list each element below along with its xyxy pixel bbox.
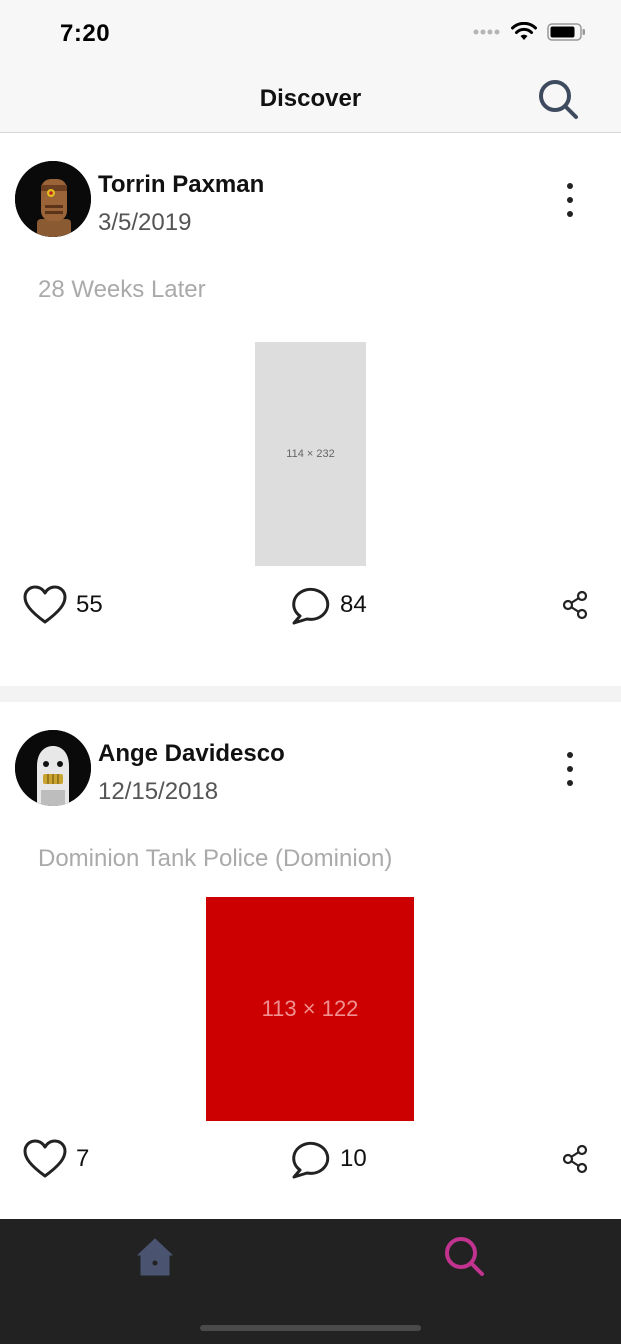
search-icon	[539, 80, 578, 119]
like-count: 7	[76, 1145, 90, 1172]
more-dot	[567, 197, 573, 203]
post-title: 28 Weeks Later	[38, 276, 206, 303]
more-dot	[567, 183, 573, 189]
tab-search[interactable]	[435, 1227, 495, 1287]
like-button[interactable]: 7	[22, 1139, 89, 1179]
cellular-signal-icon	[473, 29, 500, 35]
more-dot	[567, 766, 573, 772]
robot-avatar-icon	[15, 161, 91, 237]
comment-count: 10	[340, 1145, 367, 1172]
avatar[interactable]	[15, 730, 91, 806]
more-options-button[interactable]	[555, 752, 585, 786]
avatar[interactable]	[15, 161, 91, 237]
search-icon	[445, 1237, 484, 1276]
status-bar: 7:20	[0, 0, 621, 66]
home-icon	[137, 1238, 173, 1276]
battery-icon	[547, 23, 585, 41]
heart-icon	[23, 1139, 67, 1178]
comment-button[interactable]: 84	[290, 585, 367, 625]
tab-home[interactable]	[125, 1227, 185, 1287]
share-icon	[562, 590, 588, 620]
comment-count: 84	[340, 591, 367, 618]
page-title: Discover	[259, 85, 362, 112]
home-indicator	[200, 1325, 421, 1331]
post-image[interactable]: 113 × 122	[206, 897, 414, 1121]
post-card: Torrin Paxman 3/5/2019 28 Weeks Later 11…	[0, 133, 621, 686]
more-options-button[interactable]	[555, 183, 585, 217]
status-time: 7:20	[60, 20, 111, 47]
ghost-avatar-icon	[15, 730, 91, 806]
share-button[interactable]	[560, 590, 590, 620]
post-date: 3/5/2019	[98, 209, 192, 236]
share-icon	[562, 1144, 588, 1174]
post-title: Dominion Tank Police (Dominion)	[38, 845, 393, 872]
share-button[interactable]	[560, 1144, 590, 1174]
more-dot	[567, 780, 573, 786]
more-dot	[567, 211, 573, 217]
like-count: 55	[76, 591, 103, 618]
heart-icon	[23, 585, 67, 624]
search-button[interactable]	[537, 78, 581, 122]
post-card: Ange Davidesco 12/15/2018 Dominion Tank …	[0, 702, 621, 1219]
nav-bar: Discover	[0, 66, 621, 133]
comment-bubble-icon	[292, 587, 330, 625]
image-size-label: 113 × 122	[261, 996, 359, 1021]
wifi-icon	[511, 22, 537, 40]
comment-button[interactable]: 10	[290, 1139, 367, 1179]
image-size-label: 114 × 232	[286, 448, 335, 460]
post-image[interactable]: 114 × 232	[255, 342, 366, 566]
author-name[interactable]: Torrin Paxman	[98, 171, 264, 199]
status-icons	[473, 22, 587, 42]
more-dot	[567, 752, 573, 758]
like-button[interactable]: 55	[22, 585, 103, 625]
author-name[interactable]: Ange Davidesco	[98, 740, 285, 768]
comment-bubble-icon	[292, 1141, 330, 1179]
post-date: 12/15/2018	[98, 778, 219, 805]
